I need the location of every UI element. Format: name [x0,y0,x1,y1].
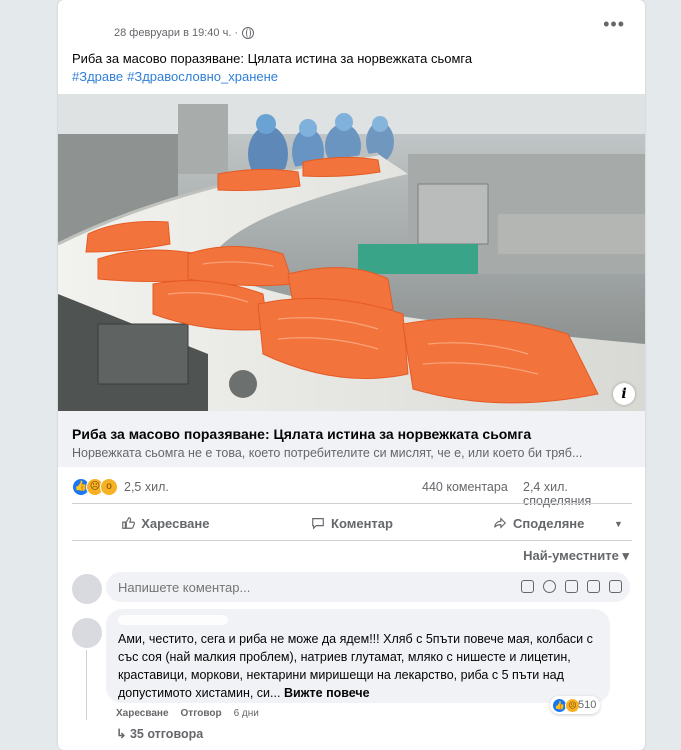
thread-line [86,650,87,720]
hashtag-link[interactable]: #Здраве [72,69,123,84]
post-meta: 28 февруари в 19:40 ч. · [114,27,255,39]
share-button[interactable]: Споделяне [445,508,632,538]
wow-icon: o [100,478,118,496]
share-label: Споделяне [512,515,585,531]
comment-input-icons [521,580,622,593]
reaction-icons[interactable]: 👍 ☹ o [72,478,118,496]
post-stats: 👍 ☹ o 2,5 хил. 440 коментара 2,4 хил. сп… [72,478,632,508]
more-dots-icon[interactable]: ••• [603,14,625,35]
comment-author-redacted[interactable] [118,615,228,625]
salmon-factory-image [58,94,645,411]
camera-icon[interactable] [565,580,578,593]
divider [72,503,632,504]
share-options-caret-icon[interactable]: ▼ [614,519,623,529]
like-label: Харесване [141,515,210,531]
globe-icon [242,27,255,39]
gif-icon[interactable] [587,580,600,593]
commenter-avatar[interactable] [72,618,102,648]
post-hashtags: #Здраве #Здравословно_хранене [72,68,632,86]
post-image[interactable]: i [58,94,645,411]
comment-input-box[interactable] [106,572,630,602]
share-icon [494,517,507,529]
comment-text: Ами, честито, сега и риба не може да яде… [118,630,602,702]
comment-label: Коментар [331,515,393,531]
like-button[interactable]: Харесване [72,508,259,538]
comment-icon [312,518,324,530]
view-replies-button[interactable]: ↳ 35 отговора [116,726,203,741]
see-more-link[interactable]: Вижте повече [284,686,370,700]
sticker-icon[interactable] [609,580,622,593]
reaction-count[interactable]: 2,5 хил. [124,480,169,494]
comment-reaction-count: 510 [578,699,597,711]
comment-input[interactable] [116,579,500,596]
comment-meta: Харесване Отговор 6 дни [116,708,259,719]
link-title[interactable]: Риба за масово поразяване: Цялата истина… [72,426,531,442]
comment-age[interactable]: 6 дни [234,708,259,719]
current-user-avatar [72,574,102,604]
link-description: Норвежката сьомга не е това, което потре… [72,446,583,460]
info-icon[interactable]: i [613,383,635,405]
divider [72,540,632,541]
emoji-icon[interactable] [543,580,556,593]
post-card: 28 февруари в 19:40 ч. · ••• Риба за мас… [58,0,645,750]
link-preview[interactable]: Риба за масово поразяване: Цялата истина… [58,411,645,467]
comment-like-button[interactable]: Харесване [116,708,169,719]
post-title: Риба за масово поразяване: Цялата истина… [72,51,473,66]
comment-reply-button[interactable]: Отговор [181,708,222,719]
comment-reactions[interactable]: 👍 ☹ 510 [550,696,601,714]
post-text: Риба за масово поразяване: Цялата истина… [72,50,632,86]
hashtag-link[interactable]: #Здравословно_хранене [127,69,278,84]
avatar-sticker-icon[interactable] [521,580,534,593]
post-timestamp[interactable]: 28 февруари в 19:40 ч. · [114,27,238,39]
comment-button[interactable]: Коментар [259,508,446,538]
thumbs-up-icon [122,517,136,529]
action-bar: Харесване Коментар Споделяне [72,508,632,538]
comments-count[interactable]: 440 коментара [422,480,508,494]
comment-sort-dropdown[interactable]: Най-уместните ▾ [523,548,629,564]
comment-bubble: Ами, честито, сега и риба не може да яде… [106,609,610,703]
